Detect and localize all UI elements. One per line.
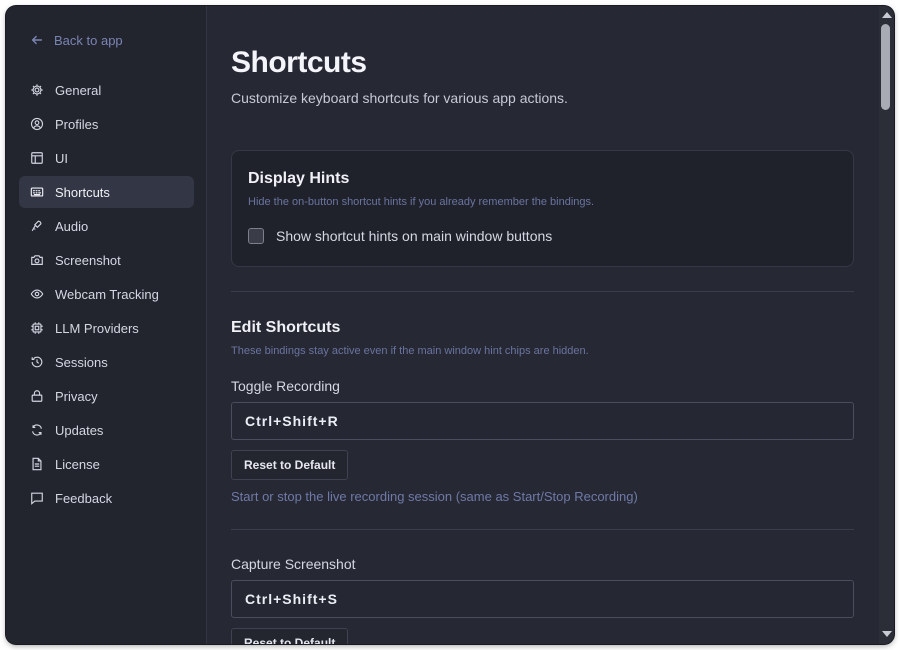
eye-icon: [30, 287, 44, 301]
edit-shortcuts-title: Edit Shortcuts: [231, 319, 341, 336]
toggle-recording-label: Toggle Recording: [231, 378, 340, 394]
sidebar-item-label: Audio: [55, 218, 89, 234]
scroll-up-arrow-icon[interactable]: [882, 12, 892, 18]
sidebar-item-label: UI: [55, 150, 68, 166]
refresh-icon: [30, 423, 44, 437]
sidebar-item-label: Privacy: [55, 388, 98, 404]
sidebar-item-label: Feedback: [55, 490, 113, 506]
page-subtitle: Customize keyboard shortcuts for various…: [231, 90, 568, 106]
sidebar-item-label: Updates: [55, 422, 104, 438]
keyboard-icon: [30, 185, 44, 199]
sidebar-item-shortcuts[interactable]: Shortcuts: [19, 176, 194, 208]
settings-window: Back to app General Profiles UI Shortcut…: [6, 6, 894, 644]
sidebar-item-label: License: [55, 456, 100, 472]
chip-icon: [30, 321, 44, 335]
sidebar-nav: General Profiles UI Shortcuts Audio Scre…: [19, 74, 194, 516]
show-hints-checkbox-row[interactable]: Show shortcut hints on main window butto…: [248, 228, 552, 244]
sidebar: Back to app General Profiles UI Shortcut…: [6, 6, 207, 644]
sidebar-item-updates[interactable]: Updates: [19, 414, 194, 446]
sidebar-item-label: Webcam Tracking: [55, 286, 159, 302]
sidebar-item-label: Screenshot: [55, 252, 121, 268]
lock-icon: [30, 389, 44, 403]
scrollbar-thumb[interactable]: [881, 24, 890, 110]
capture-screenshot-reset-button[interactable]: Reset to Default: [231, 628, 349, 644]
show-hints-checkbox-label[interactable]: Show shortcut hints on main window butto…: [276, 228, 552, 244]
sidebar-item-license[interactable]: License: [19, 448, 194, 480]
sidebar-item-label: LLM Providers: [55, 320, 139, 336]
sidebar-item-profiles[interactable]: Profiles: [19, 108, 194, 140]
toggle-recording-hint: Start or stop the live recording session…: [231, 489, 638, 504]
microphone-icon: [30, 219, 44, 233]
capture-screenshot-binding-input[interactable]: Ctrl+Shift+S: [231, 580, 854, 618]
toggle-recording-binding-input[interactable]: Ctrl+Shift+R: [231, 402, 854, 440]
document-icon: [30, 457, 44, 471]
sidebar-item-label: Sessions: [55, 354, 108, 370]
shortcut-divider: [231, 529, 854, 530]
layout-icon: [30, 151, 44, 165]
sidebar-item-general[interactable]: General: [19, 74, 194, 106]
user-circle-icon: [30, 117, 44, 131]
sidebar-item-sessions[interactable]: Sessions: [19, 346, 194, 378]
history-icon: [30, 355, 44, 369]
message-icon: [30, 491, 44, 505]
display-hints-description: Hide the on-button shortcut hints if you…: [248, 196, 595, 208]
sidebar-item-audio[interactable]: Audio: [19, 210, 194, 242]
edit-shortcuts-description: These bindings stay active even if the m…: [231, 345, 589, 357]
main-content: Shortcuts Customize keyboard shortcuts f…: [207, 6, 879, 644]
sidebar-item-llm-providers[interactable]: LLM Providers: [19, 312, 194, 344]
scroll-down-arrow-icon[interactable]: [882, 631, 892, 637]
display-hints-title: Display Hints: [248, 170, 350, 187]
sidebar-item-ui[interactable]: UI: [19, 142, 194, 174]
arrow-left-icon: [31, 35, 43, 45]
back-to-app-link[interactable]: Back to app: [30, 30, 123, 50]
section-divider: [231, 291, 854, 292]
sidebar-item-label: General: [55, 82, 102, 98]
sidebar-item-privacy[interactable]: Privacy: [19, 380, 194, 412]
capture-screenshot-label: Capture Screenshot: [231, 556, 356, 572]
display-hints-card: Display Hints Hide the on-button shortcu…: [231, 150, 854, 267]
show-hints-checkbox[interactable]: [248, 228, 264, 244]
back-label: Back to app: [54, 32, 123, 48]
sidebar-item-label: Profiles: [55, 116, 99, 132]
gear-icon: [30, 83, 44, 97]
sidebar-item-webcam-tracking[interactable]: Webcam Tracking: [19, 278, 194, 310]
sidebar-item-screenshot[interactable]: Screenshot: [19, 244, 194, 276]
camera-icon: [30, 253, 44, 267]
sidebar-item-label: Shortcuts: [55, 184, 110, 200]
toggle-recording-reset-button[interactable]: Reset to Default: [231, 450, 349, 480]
sidebar-item-feedback[interactable]: Feedback: [19, 482, 194, 514]
page-title: Shortcuts: [231, 46, 367, 79]
vertical-scrollbar[interactable]: [879, 6, 894, 644]
